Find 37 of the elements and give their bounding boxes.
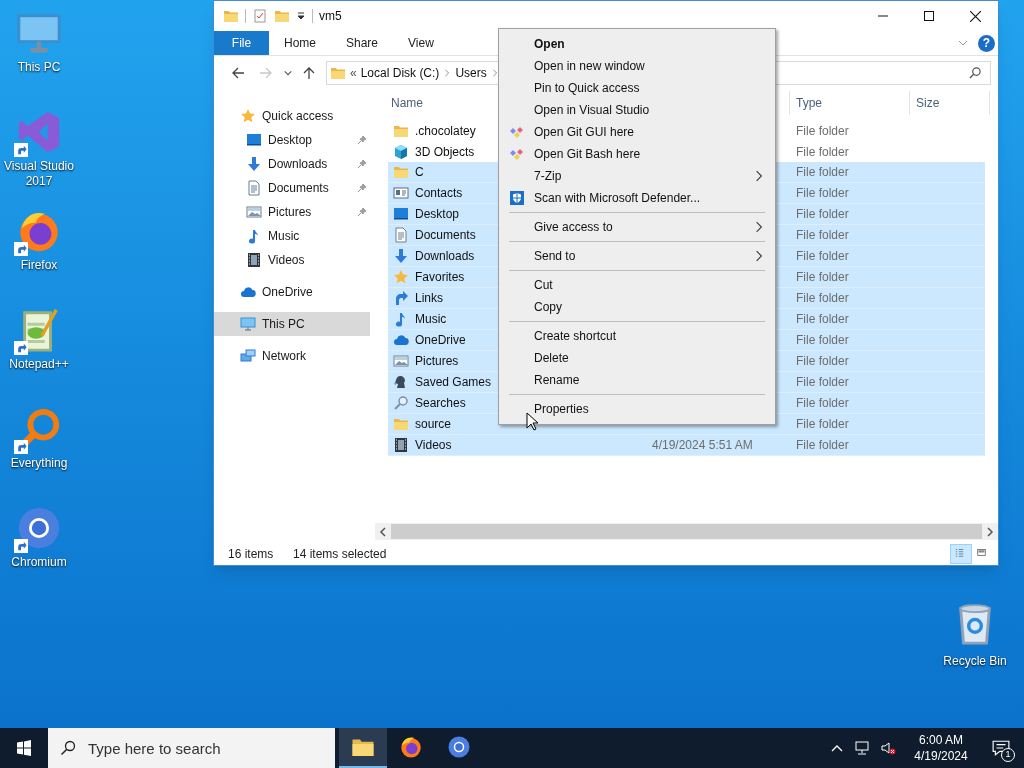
file-type: File folder	[795, 143, 849, 161]
file-type: File folder	[795, 332, 849, 349]
file-type: File folder	[795, 353, 849, 370]
file-type: File folder	[795, 185, 849, 202]
file-type: File folder	[795, 290, 849, 307]
file-name: C	[415, 164, 424, 181]
file-name: Pictures	[415, 353, 459, 370]
file-name: Searches	[415, 395, 466, 412]
file-name: Favorites	[415, 269, 465, 286]
file-name: 3D Objects	[415, 143, 475, 161]
file-type: File folder	[795, 374, 849, 391]
file-type: File folder	[795, 122, 849, 140]
file-name: Music	[415, 311, 447, 328]
file-type: File folder	[795, 395, 849, 412]
file-name: OneDrive	[415, 332, 466, 349]
selection-count: 14 items selected	[293, 545, 387, 563]
file-name: Contacts	[415, 185, 463, 202]
window-title: vm5	[319, 8, 343, 25]
file-name: .chocolatey	[415, 122, 476, 140]
file-name: Saved Games	[415, 374, 492, 391]
file-name: Desktop	[415, 206, 460, 223]
file-type: File folder	[795, 164, 849, 181]
file-type: File folder	[795, 437, 849, 454]
file-name: Documents	[415, 227, 476, 244]
file-type: File folder	[795, 311, 849, 328]
file-type: File folder	[795, 269, 849, 286]
file-name: Links	[415, 290, 443, 307]
file-type: File folder	[795, 206, 849, 223]
date-modified: 4/19/2024 5:51 AM	[652, 438, 753, 452]
file-name: Videos	[415, 437, 452, 454]
notification-badge: 1	[1001, 748, 1015, 762]
file-type: File folder	[795, 416, 849, 433]
file-type: File folder	[795, 248, 849, 265]
file-type: File folder	[795, 227, 849, 244]
item-count: 16 items	[228, 545, 275, 563]
file-name: source	[415, 416, 452, 433]
file-name: Downloads	[415, 248, 475, 265]
